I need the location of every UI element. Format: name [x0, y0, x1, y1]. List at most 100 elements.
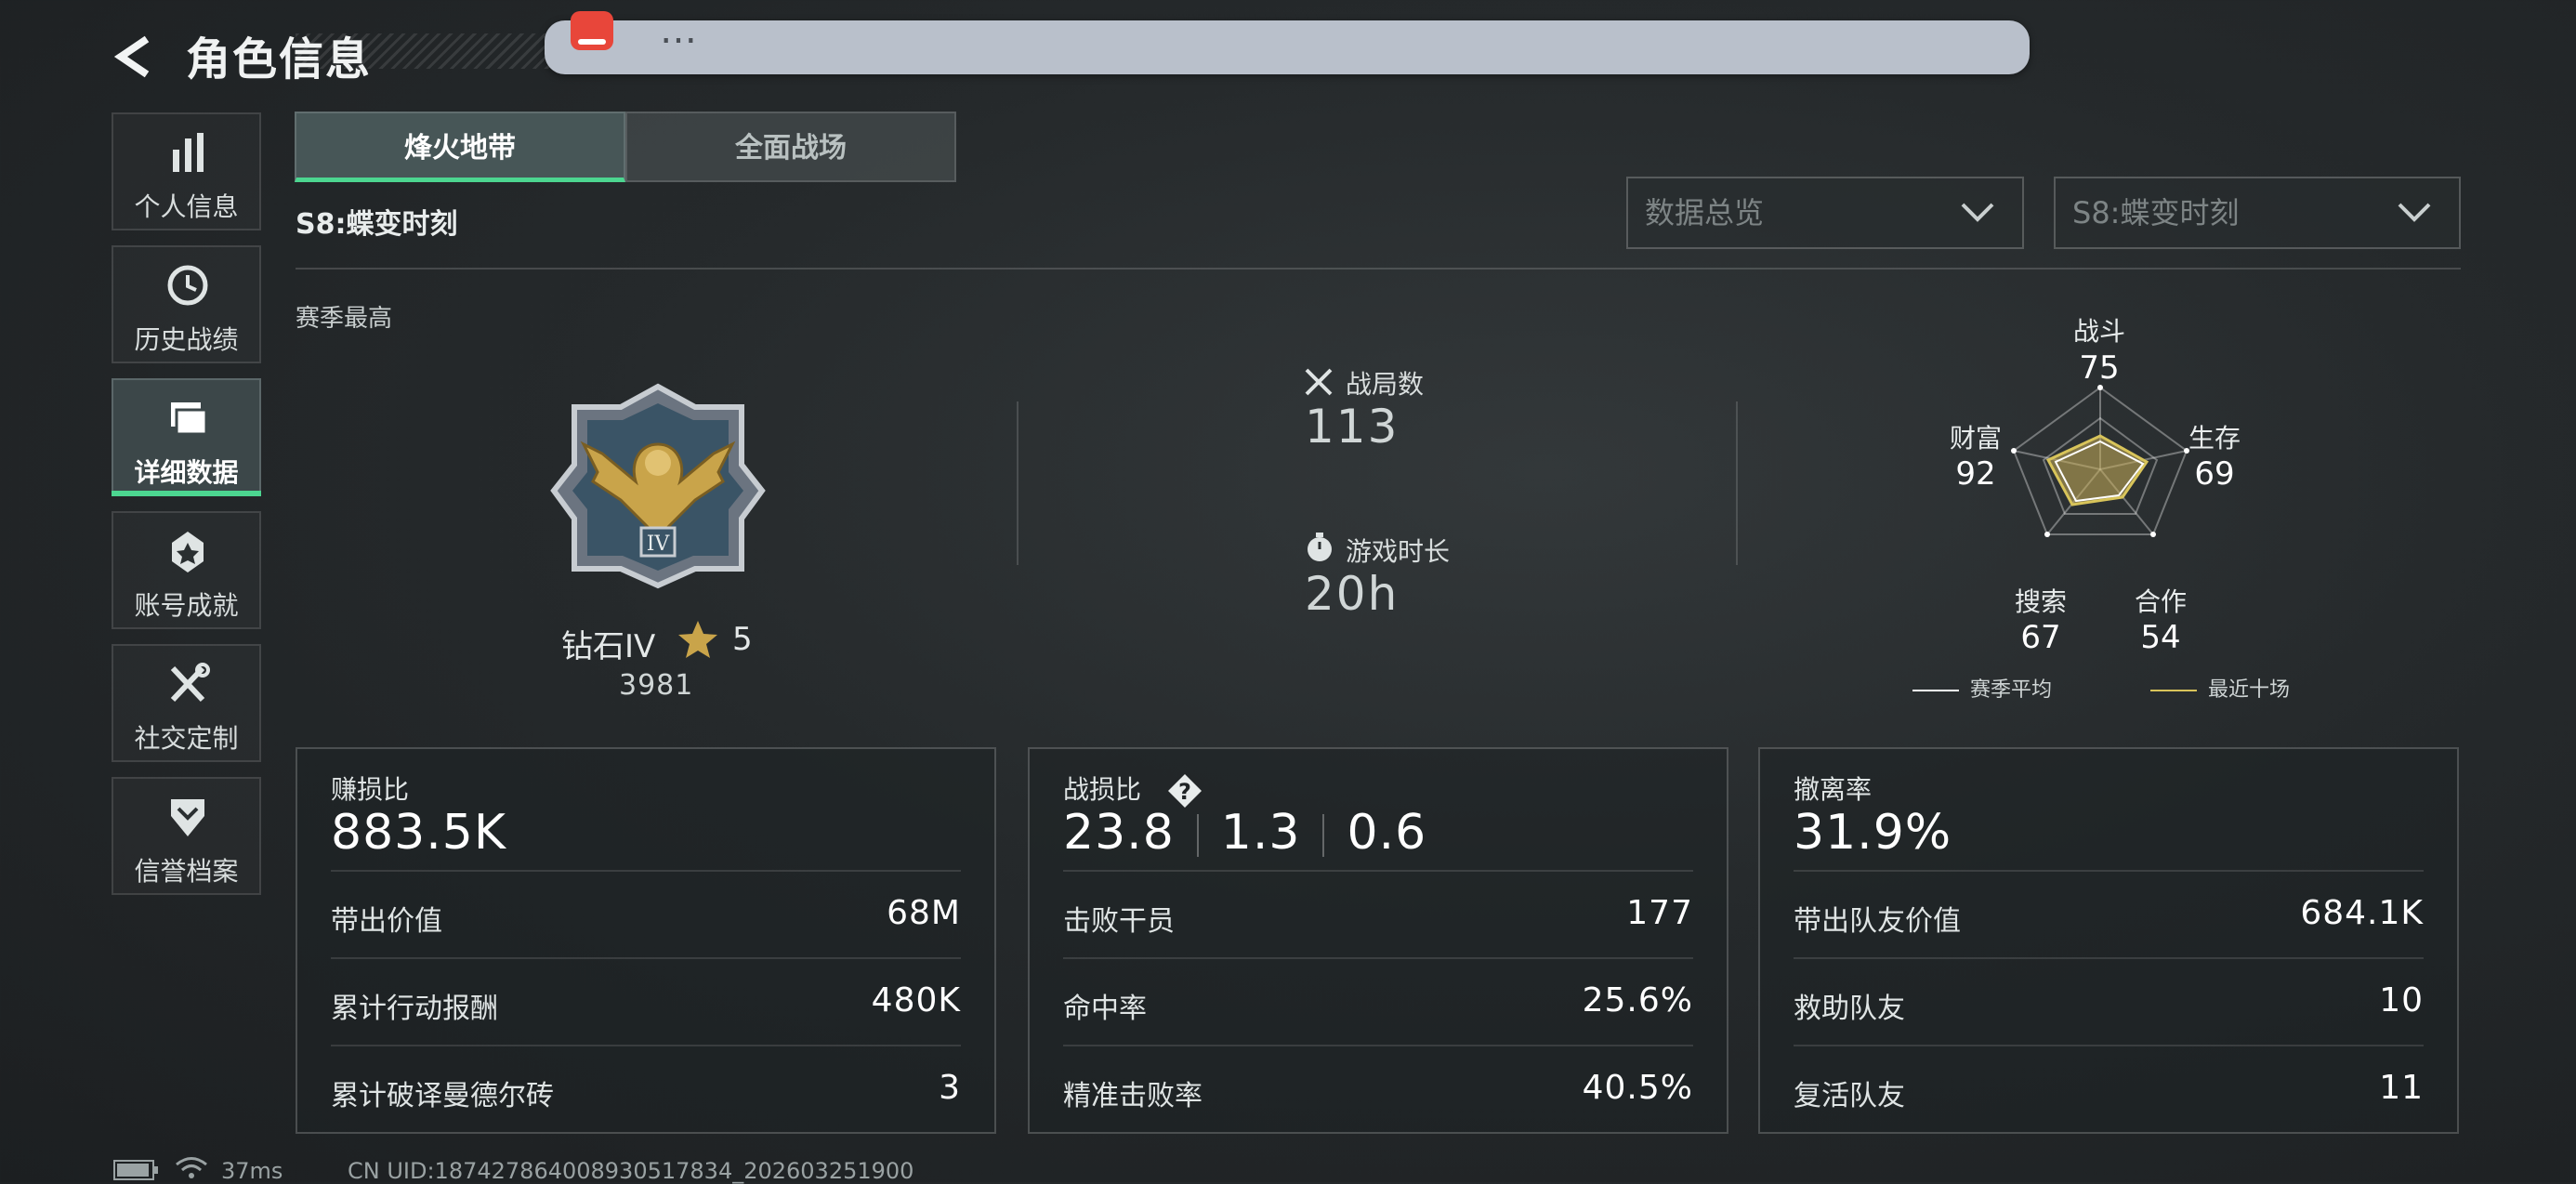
- profit-loss-card: 赚损比 883.5K 带出价值 68M 累计行动报酬 480K 累计破译曼德尔砖…: [296, 747, 996, 1134]
- card-header-label: 战损比: [1063, 774, 1142, 805]
- card-row: 救助队友 10: [1794, 957, 2424, 1046]
- season-dropdown[interactable]: S8:蝶变时刻: [2054, 177, 2461, 249]
- radar-chart: [2011, 385, 2189, 537]
- season-dropdown-value: S8:蝶变时刻: [2072, 195, 2240, 230]
- sidebar-item-achievements[interactable]: 账号成就: [112, 511, 261, 629]
- radar-label-cooperation: 合作: [2134, 586, 2187, 617]
- row-value: 11: [2379, 1069, 2424, 1107]
- sidebar-item-label: 个人信息: [134, 191, 239, 222]
- help-icon[interactable]: ?: [1164, 772, 1205, 809]
- bar-chart-icon: [173, 133, 204, 172]
- matches-value: 113: [1305, 400, 1400, 454]
- divider: [1017, 401, 1019, 565]
- view-dropdown-value: 数据总览: [1645, 195, 1765, 230]
- card-row: 累计行动报酬 480K: [331, 957, 961, 1046]
- card-main-value: 883.5K: [331, 805, 506, 861]
- card-row: 带出队友价值 684.1K: [1794, 870, 2424, 959]
- ping-value: 37ms: [221, 1158, 283, 1184]
- card-header: 撤离率: [1794, 774, 1873, 805]
- row-value: 480K: [871, 981, 961, 1020]
- row-label: 复活队友: [1794, 1080, 1905, 1112]
- row-label: 击败干员: [1063, 905, 1175, 938]
- stopwatch-icon: [1308, 533, 1332, 561]
- extraction-card: 撤离率 31.9% 带出队友价值 684.1K 救助队友 10 复活队友 11: [1758, 747, 2459, 1134]
- kd-value: 23.8: [1063, 805, 1175, 861]
- radar-label-wealth: 财富: [1949, 423, 2002, 454]
- tab-warzone[interactable]: 烽火地带: [295, 112, 625, 182]
- sidebar-item-label: 历史战绩: [134, 324, 239, 355]
- card-row: 累计破译曼德尔砖 3: [331, 1045, 961, 1134]
- row-value: 684.1K: [2300, 894, 2424, 932]
- card-row: 命中率 25.6%: [1063, 957, 1693, 1046]
- svg-text:IV: IV: [647, 533, 671, 556]
- app-icon: [571, 11, 613, 50]
- card-header: 赚损比: [331, 774, 410, 805]
- sidebar-item-personal-info[interactable]: 个人信息: [112, 112, 261, 230]
- row-label: 带出价值: [331, 905, 442, 938]
- row-label: 救助队友: [1794, 993, 1905, 1025]
- card-header: 战损比 ?: [1063, 770, 1205, 809]
- chevron-down-icon: [2398, 203, 2431, 222]
- legend-line-gold: [2150, 690, 2197, 691]
- sidebar-item-detailed-data[interactable]: 详细数据: [112, 378, 261, 496]
- kd-value: 0.6: [1347, 805, 1427, 861]
- battery-icon: [113, 1160, 158, 1180]
- uid-text: CN UID:187427864008930517834_20260325190…: [348, 1158, 914, 1184]
- card-row: 精准击败率 40.5%: [1063, 1045, 1693, 1134]
- sidebar-item-label: 详细数据: [134, 457, 239, 488]
- radar-label-search: 搜索: [2014, 586, 2067, 617]
- crossed-swords-icon: [1305, 368, 1333, 396]
- row-value: 68M: [887, 894, 961, 932]
- view-dropdown[interactable]: 数据总览: [1626, 177, 2024, 249]
- card-row: 带出价值 68M: [331, 870, 961, 959]
- card-main-value: 23.8 1.3 0.6: [1063, 805, 1426, 861]
- folder-icon: [171, 402, 208, 436]
- row-label: 命中率: [1063, 993, 1147, 1025]
- rank-emblem-icon: IV: [550, 383, 766, 589]
- notification-text: …: [660, 9, 697, 52]
- radar-value-wealth: 92: [1955, 455, 1996, 493]
- rank-score: 3981: [619, 669, 694, 702]
- row-label: 累计破译曼德尔砖: [331, 1080, 554, 1112]
- rank-name: 钻石IV: [561, 628, 656, 665]
- chevron-down-icon: [1961, 203, 1994, 222]
- notification-banner[interactable]: …: [545, 9, 2030, 74]
- kd-card: 战损比 ? 23.8 1.3 0.6 击败干员 177 命中率 25.6% 精准击败…: [1028, 747, 1728, 1134]
- season-best-label: 赛季最高: [296, 305, 393, 333]
- divider: [296, 268, 2461, 270]
- page-title: 角色信息: [186, 33, 373, 86]
- sidebar-item-label: 信誉档案: [134, 856, 239, 887]
- wifi-icon: [176, 1157, 207, 1178]
- radar-value-cooperation: 54: [2140, 619, 2181, 656]
- sidebar-item-social[interactable]: 社交定制: [112, 644, 261, 762]
- sidebar-item-credit[interactable]: 信誉档案: [112, 777, 261, 895]
- tools-icon: [170, 663, 210, 703]
- radar-value-survival: 69: [2194, 455, 2235, 493]
- radar-value-combat: 75: [2079, 349, 2120, 387]
- shield-badge-icon: [171, 799, 204, 836]
- svg-text:?: ?: [1178, 779, 1191, 805]
- legend-line-white: [1912, 690, 1959, 691]
- sidebar-item-label: 社交定制: [134, 723, 239, 754]
- star-icon: [678, 621, 717, 658]
- back-arrow-icon[interactable]: [112, 33, 158, 80]
- card-row: 击败干员 177: [1063, 870, 1693, 959]
- sidebar-item-history[interactable]: 历史战绩: [112, 245, 261, 363]
- achievement-icon: [172, 532, 204, 572]
- row-value: 40.5%: [1582, 1069, 1693, 1107]
- tab-full-battlefield[interactable]: 全面战场: [625, 112, 956, 182]
- season-title: S8:蝶变时刻: [296, 208, 458, 241]
- row-value: 25.6%: [1582, 981, 1693, 1020]
- card-row: 复活队友 11: [1794, 1045, 2424, 1134]
- matches-label: 战局数: [1346, 369, 1425, 400]
- rank-stars: 5: [732, 621, 753, 658]
- radar-label-combat: 战斗: [2072, 316, 2125, 347]
- divider: [1736, 401, 1738, 565]
- history-icon: [167, 265, 208, 306]
- row-value: 177: [1626, 894, 1693, 932]
- row-label: 带出队友价值: [1794, 905, 1961, 938]
- radar-value-search: 67: [2020, 619, 2061, 656]
- card-main-value: 31.9%: [1794, 805, 1952, 861]
- playtime-label: 游戏时长: [1346, 536, 1451, 567]
- kd-value: 1.3: [1220, 805, 1301, 861]
